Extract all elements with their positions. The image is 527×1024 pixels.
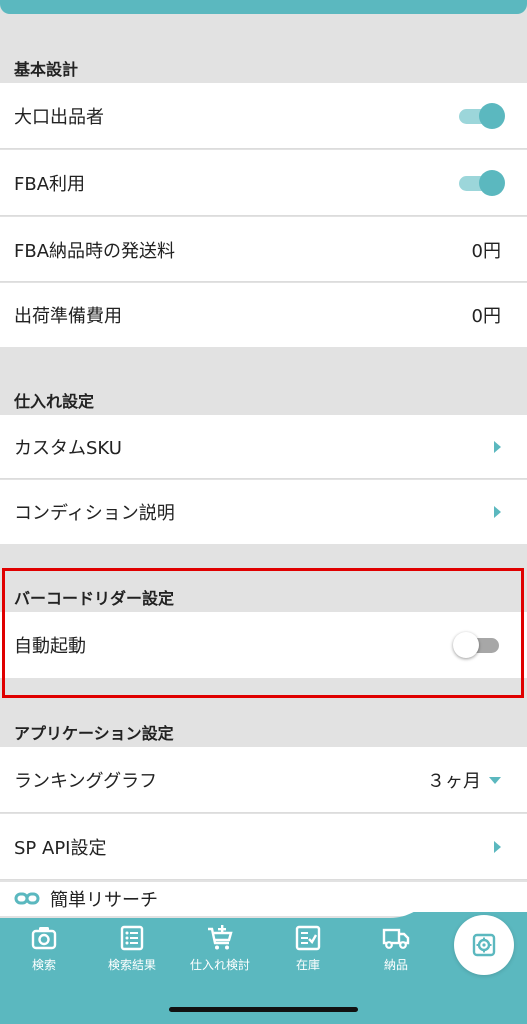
section-header-basic: 基本設計: [14, 60, 79, 79]
setting-label: コンディション説明: [14, 503, 175, 524]
ranking-graph-select[interactable]: ３ヶ月: [427, 767, 501, 793]
setting-label: FBA納品時の発送料: [14, 240, 176, 262]
setting-row-large-seller[interactable]: 大口出品者: [0, 83, 527, 149]
settings-icon: [472, 933, 496, 957]
inventory-check-icon: [295, 925, 321, 951]
nav-label: 検索: [31, 958, 56, 972]
setting-row-ranking-graph[interactable]: ランキンググラフ ３ヶ月: [0, 747, 527, 813]
auto-start-toggle[interactable]: [453, 632, 501, 658]
setting-label: FBA利用: [14, 174, 86, 195]
section-header-purchase: 仕入れ設定: [14, 392, 95, 411]
home-indicator: [169, 1007, 358, 1012]
setting-label: 自動起動: [14, 636, 86, 657]
nav-label: 仕入れ検討: [189, 958, 250, 972]
setting-row-prep-cost[interactable]: 出荷準備費用 0円: [0, 283, 527, 347]
list-icon: [120, 925, 144, 951]
settings-fab[interactable]: [454, 915, 514, 975]
setting-row-auto-start[interactable]: 自動起動: [0, 612, 527, 678]
fba-shipping-value: 0円: [471, 240, 501, 262]
nav-label: 在庫: [295, 958, 320, 972]
nav-item-purchase-review[interactable]: 仕入れ検討: [176, 924, 264, 973]
setting-label: 大口出品者: [14, 107, 104, 128]
nav-label: 納品: [383, 958, 408, 972]
large-seller-toggle[interactable]: [457, 103, 505, 129]
section-header-barcode: バーコードリダー設定: [14, 589, 175, 608]
setting-row-sp-api[interactable]: SP API設定: [0, 814, 527, 880]
setting-row-custom-sku[interactable]: カスタムSKU: [0, 415, 527, 479]
setting-label: 出荷準備費用: [14, 306, 122, 327]
chevron-right-icon: [494, 441, 501, 453]
truck-icon: [382, 928, 410, 949]
caret-down-icon: [489, 776, 501, 784]
setting-label: 簡単リサーチ: [50, 890, 158, 911]
camera-icon: [31, 927, 57, 950]
nav-item-delivery[interactable]: 納品: [352, 924, 440, 973]
link-icon: [14, 892, 40, 905]
nav-item-inventory[interactable]: 在庫: [264, 924, 352, 973]
nav-item-results[interactable]: 検索結果: [88, 924, 176, 973]
top-app-bar: [0, 0, 527, 14]
setting-row-condition[interactable]: コンディション説明: [0, 480, 527, 544]
fba-toggle[interactable]: [457, 170, 505, 196]
setting-row-easy-research[interactable]: 簡単リサーチ: [0, 882, 527, 916]
setting-label: カスタムSKU: [14, 438, 122, 459]
setting-label: ランキンググラフ: [14, 771, 158, 792]
nav-item-search[interactable]: 検索: [0, 924, 88, 973]
chevron-right-icon: [494, 841, 501, 853]
setting-row-fba[interactable]: FBA利用: [0, 150, 527, 216]
prep-cost-value: 0円: [471, 306, 501, 327]
nav-label: 検索結果: [107, 958, 156, 972]
setting-row-fba-shipping[interactable]: FBA納品時の発送料 0円: [0, 217, 527, 282]
ranking-graph-value: ３ヶ月: [427, 771, 481, 792]
section-header-app: アプリケーション設定: [14, 724, 174, 743]
cart-add-icon: [208, 925, 233, 950]
setting-label: SP API設定: [14, 838, 107, 859]
chevron-right-icon: [494, 506, 501, 518]
